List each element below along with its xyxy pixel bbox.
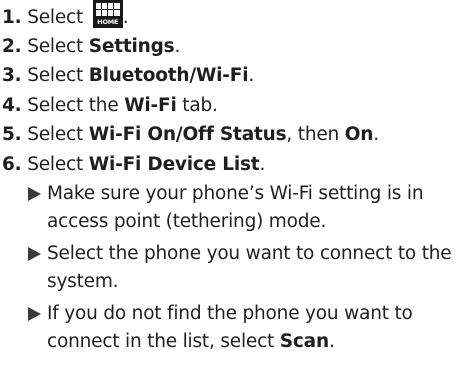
step-text: Select [27, 124, 89, 145]
note-text: Make sure your phone’s Wi-Fi setting is … [47, 183, 424, 232]
step-text-end: . [174, 36, 181, 57]
step-text: Select [27, 7, 89, 28]
wifi-tab-label: Wi-Fi [124, 95, 177, 116]
step-number: 3. [2, 65, 22, 86]
step-4: 4. Select the Wi-Fi tab. [2, 93, 218, 119]
note-1: Make sure your phone’s Wi-Fi setting is … [28, 180, 468, 236]
step-3: 3. Select Bluetooth/Wi-Fi. [2, 63, 254, 89]
step-text-end: . [259, 154, 266, 175]
note-text: If you do not find the phone you want to… [47, 303, 413, 352]
arrow-icon [28, 187, 41, 201]
on-label: On [344, 124, 374, 145]
step-1: 1. Select HOME. [2, 0, 129, 31]
wifi-status-label: Wi-Fi On/Off Status [88, 124, 287, 145]
step-number: 1. [2, 7, 22, 28]
note-2: Select the phone you want to connect to … [28, 240, 468, 296]
step-number: 6. [2, 154, 22, 175]
home-icon: HOME [92, 0, 123, 28]
step-text: Select [27, 36, 89, 57]
step-text-end: . [122, 7, 129, 28]
step-number: 5. [2, 124, 22, 145]
arrow-icon [28, 247, 41, 261]
step-text-end: . [373, 124, 379, 145]
step-6: 6. Select Wi-Fi Device List. [2, 152, 265, 178]
scan-label: Scan [279, 331, 329, 352]
step-text: Select [27, 65, 89, 86]
bluetooth-wifi-label: Bluetooth/Wi-Fi [88, 65, 249, 86]
step-2: 2. Select Settings. [2, 34, 180, 60]
step-5: 5. Select Wi-Fi On/Off Status, then On. [2, 122, 379, 148]
step-number: 4. [2, 95, 22, 116]
settings-label: Settings [88, 36, 175, 57]
step-text-end: tab. [176, 95, 218, 116]
step-text: Select the [27, 95, 125, 116]
step-text-mid: , then [286, 124, 345, 145]
note-text: Select the phone you want to connect to … [47, 243, 452, 292]
step-number: 2. [2, 36, 22, 57]
step-text: Select [27, 154, 89, 175]
step-text-end: . [248, 65, 255, 86]
wifi-device-list-label: Wi-Fi Device List [88, 154, 260, 175]
arrow-icon [28, 307, 41, 321]
note-3: If you do not find the phone you want to… [28, 300, 468, 356]
